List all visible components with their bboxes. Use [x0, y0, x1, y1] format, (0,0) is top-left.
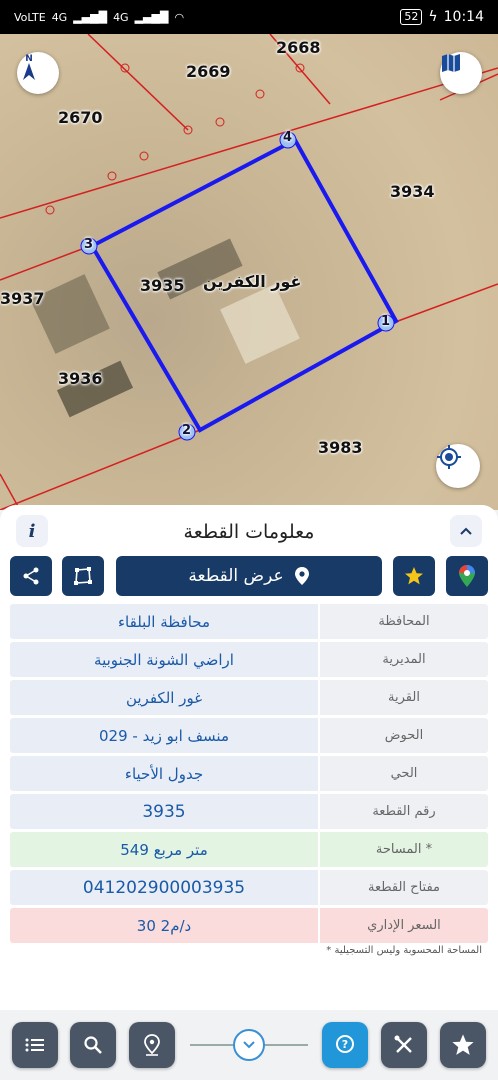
collapse-button[interactable]: [450, 515, 482, 547]
star-icon: [405, 567, 423, 585]
vertex-label: 1: [381, 314, 391, 329]
parcel-number-3934: 3934: [390, 182, 435, 201]
parcel-number-2670: 2670: [58, 108, 103, 127]
area-footnote: * المساحة المحسوبة وليس التسجيلية: [326, 945, 482, 956]
basin-key: الحوض: [320, 718, 488, 753]
governorate-value: محافظة البلقاء: [10, 604, 318, 639]
parcel-number-2669: 2669: [186, 62, 231, 81]
panel-title: معلومات القطعة: [183, 521, 315, 543]
vertex-label: 4: [283, 130, 293, 145]
show-parcel-button[interactable]: عرض القطعة: [116, 556, 382, 596]
table-row: اراضي الشونة الجنوبية المديرية: [10, 642, 488, 677]
village-name-label: غور الكفرين: [203, 272, 302, 291]
status-left: VoLTE 4G ▂▄▆█ 4G ▂▄▆█ ◠: [14, 11, 184, 24]
parcel-number-value: 3935: [10, 794, 318, 829]
parcel-number-3935: 3935: [140, 276, 185, 295]
action-row: عرض القطعة: [0, 556, 498, 596]
clock: 10:14: [443, 9, 484, 25]
help-button[interactable]: ?: [322, 1022, 368, 1068]
signal-1: 4G: [51, 10, 68, 24]
favorite-button[interactable]: [393, 556, 435, 596]
admin-price-key: السعر الإداري: [320, 908, 488, 943]
parcel-details-table: محافظة البلقاء المحافظة اراضي الشونة الج…: [10, 604, 488, 946]
table-row: محافظة البلقاء المحافظة: [10, 604, 488, 639]
neighborhood-value: جدول الأحياء: [10, 756, 318, 791]
google-maps-icon: [459, 565, 475, 587]
table-row: منسف ابو زيد - 029 الحوض: [10, 718, 488, 753]
parcel-number-key: رقم القطعة: [320, 794, 488, 829]
share-icon: [23, 567, 39, 585]
table-row: جدول الأحياء الحي: [10, 756, 488, 791]
charging-icon: ϟ: [428, 9, 438, 25]
basin-value: منسف ابو زيد - 029: [10, 718, 318, 753]
share-button[interactable]: [10, 556, 52, 596]
table-row: 041202900003935 مفتاح القطعة: [10, 870, 488, 905]
map-layers-icon[interactable]: [440, 52, 482, 94]
favorites-tab-button[interactable]: [440, 1022, 486, 1068]
list-icon: [25, 1038, 44, 1052]
parcel-number-3936: 3936: [58, 369, 103, 388]
village-value: غور الكفرين: [10, 680, 318, 715]
signal-2: 4G: [113, 10, 129, 24]
polygon-shape-icon: [74, 567, 92, 585]
compass-label: N: [25, 54, 33, 64]
table-row: 549 متر مربع المساحة *: [10, 832, 488, 867]
parcel-number-3983: 3983: [318, 438, 363, 457]
governorate-key: المحافظة: [320, 604, 488, 639]
parcel-number-2668: 2668: [276, 38, 321, 57]
parcel-key-key: مفتاح القطعة: [320, 870, 488, 905]
list-button[interactable]: [12, 1022, 58, 1068]
bottom-toolbar: ?: [0, 1010, 498, 1080]
wifi-icon: ◠: [174, 10, 185, 24]
village-key: القرية: [320, 680, 488, 715]
compass-north-icon[interactable]: N: [17, 52, 59, 94]
signal-bars-icon: ▂▄▆█: [73, 10, 108, 24]
google-maps-button[interactable]: [446, 556, 488, 596]
area-key: المساحة *: [320, 832, 488, 867]
chevron-up-icon: [460, 527, 472, 535]
admin-price-value: 30 د/م2: [10, 908, 318, 943]
svg-text:?: ?: [342, 1038, 348, 1051]
battery-level: 52: [400, 9, 423, 25]
parcel-key-value: 041202900003935: [10, 870, 318, 905]
table-row: 3935 رقم القطعة: [10, 794, 488, 829]
table-row: غور الكفرين القرية: [10, 680, 488, 715]
table-row: 30 د/م2 السعر الإداري: [10, 908, 488, 943]
area-value: 549 متر مربع: [10, 832, 318, 867]
directorate-value: اراضي الشونة الجنوبية: [10, 642, 318, 677]
location-pin-icon: [294, 567, 309, 585]
show-parcel-label: عرض القطعة: [188, 566, 284, 586]
search-icon: [84, 1036, 102, 1054]
polygon-button[interactable]: [62, 556, 104, 596]
search-button[interactable]: [70, 1022, 116, 1068]
signal-bars-icon: ▂▄▆█: [134, 10, 169, 24]
location-search-button[interactable]: [129, 1022, 175, 1068]
status-right: 52 ϟ 10:14: [400, 9, 484, 25]
zoom-slider-handle[interactable]: [233, 1029, 265, 1061]
vertex-label: 3: [84, 237, 94, 252]
star-outline-icon: [452, 1034, 474, 1055]
parcel-number-3937: 3937: [0, 289, 45, 308]
status-bar: VoLTE 4G ▂▄▆█ 4G ▂▄▆█ ◠ 52 ϟ 10:14: [0, 0, 498, 34]
help-marker-icon: ?: [336, 1035, 354, 1053]
my-location-icon[interactable]: [436, 444, 480, 488]
vertex-label: 2: [182, 423, 192, 438]
map-view[interactable]: 4 1 2 3 2668 2669 2670 3934 3935 غور الك…: [0, 34, 498, 510]
volte-indicator: VoLTE: [14, 10, 46, 24]
boundary-nodes: [45, 63, 305, 215]
location-marker-icon: [144, 1034, 160, 1056]
panel-header: معلومات القطعة: [0, 515, 498, 549]
directorate-key: المديرية: [320, 642, 488, 677]
parcel-info-panel: i معلومات القطعة عرض القطعة محافظة البلق…: [0, 505, 498, 1010]
neighborhood-key: الحي: [320, 756, 488, 791]
chevron-down-icon: [243, 1041, 255, 1049]
measure-tools-button[interactable]: [381, 1022, 427, 1068]
tools-icon: [394, 1035, 412, 1053]
